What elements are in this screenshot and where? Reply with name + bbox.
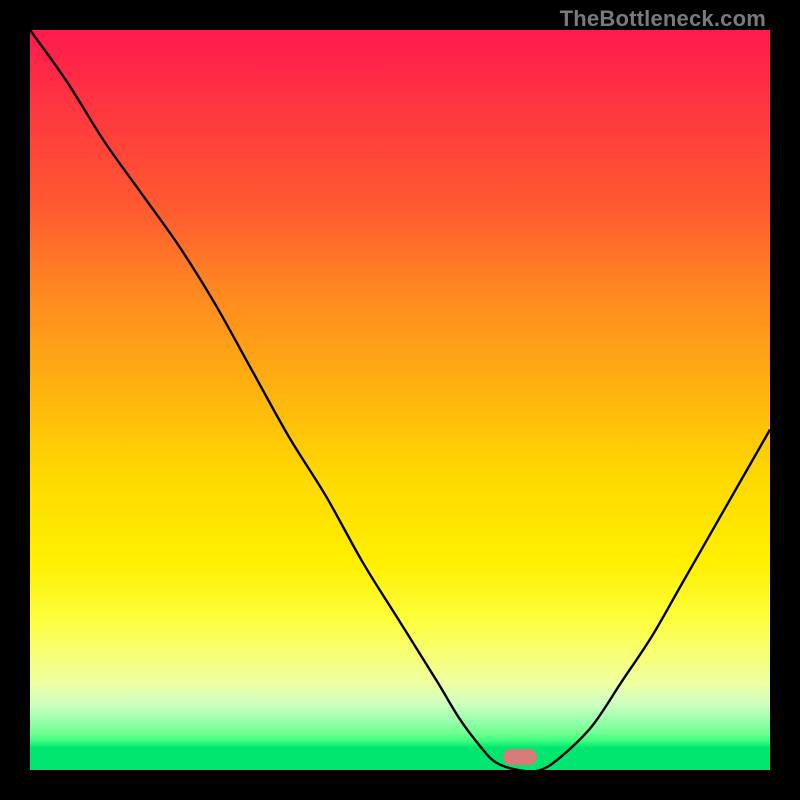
- curve-path: [30, 30, 770, 770]
- optimal-point-marker: [503, 749, 537, 765]
- watermark-label: TheBottleneck.com: [560, 6, 766, 32]
- plot-area: [30, 30, 770, 770]
- bottleneck-curve: [30, 30, 770, 770]
- chart-frame: TheBottleneck.com: [0, 0, 800, 800]
